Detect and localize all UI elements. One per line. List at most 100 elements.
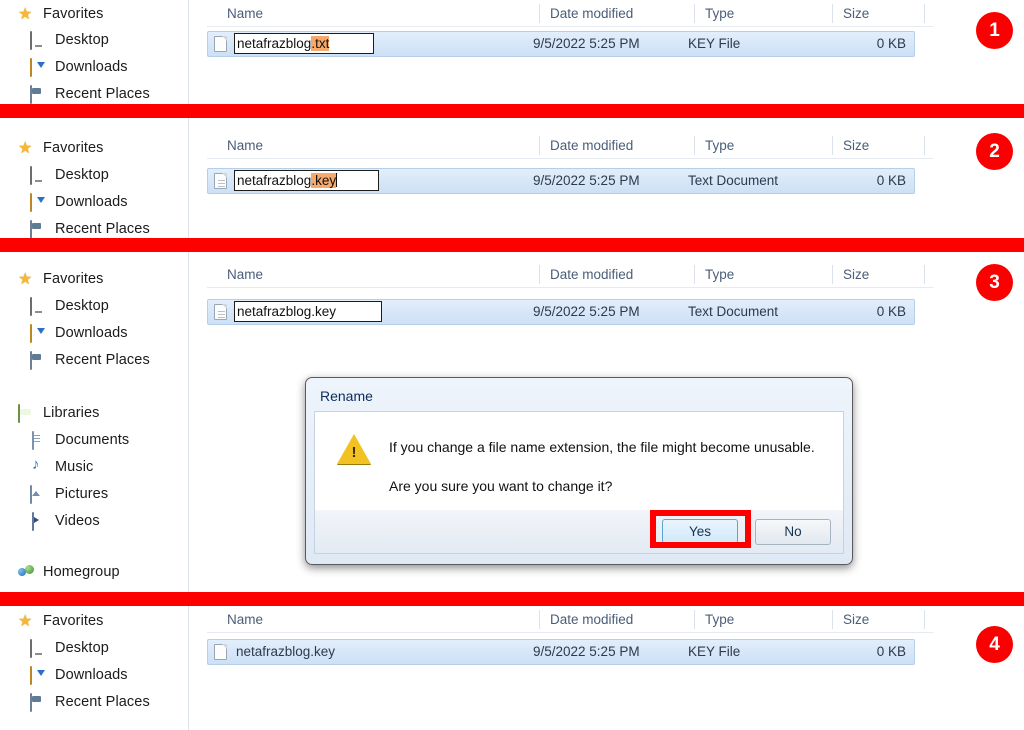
downloads-icon <box>30 58 47 77</box>
sidebar-item-label: Pictures <box>55 486 109 502</box>
column-divider[interactable] <box>924 136 925 155</box>
explorer-panel-3: ★ Favorites Desktop Downloads Recent Pla… <box>0 252 1024 592</box>
sidebar-item-desktop[interactable]: Desktop <box>30 636 109 660</box>
step-badge-3: 3 <box>976 264 1013 301</box>
sidebar-item-recent-places[interactable]: Recent Places <box>30 217 150 238</box>
file-icon <box>214 304 227 320</box>
rename-input[interactable]: netafrazblog.key <box>234 170 379 191</box>
star-icon: ★ <box>18 271 33 288</box>
text-caret <box>336 173 338 187</box>
column-header-size[interactable]: Size <box>843 132 869 159</box>
cell-date-modified: 9/5/2022 5:25 PM <box>533 173 640 188</box>
column-divider[interactable] <box>832 265 833 284</box>
sidebar-item-documents[interactable]: Documents <box>30 428 129 452</box>
sidebar-item-label: Homegroup <box>43 564 120 580</box>
column-header-date-modified[interactable]: Date modified <box>550 606 633 633</box>
recent-places-icon <box>30 351 47 370</box>
column-header-type[interactable]: Type <box>705 132 734 159</box>
column-divider[interactable] <box>924 265 925 284</box>
column-header-name[interactable]: Name <box>227 261 263 288</box>
rename-basename: netafrazblog <box>237 36 312 51</box>
recent-places-icon <box>30 85 47 104</box>
sidebar-item-favorites[interactable]: ★ Favorites <box>18 136 104 160</box>
navigation-sidebar-4: ★ Favorites Desktop Downloads Recent Pla… <box>0 606 189 730</box>
column-divider[interactable] <box>539 265 540 284</box>
navigation-sidebar-2: ★ Favorites Desktop Downloads Recent Pla… <box>0 118 189 238</box>
no-button[interactable]: No <box>755 519 831 545</box>
column-divider[interactable] <box>539 136 540 155</box>
sidebar-item-label: Favorites <box>43 271 104 287</box>
yes-button-highlight-annotation <box>650 510 751 548</box>
rename-basename: netafrazblog.key <box>237 304 337 319</box>
column-header-size[interactable]: Size <box>843 0 869 27</box>
rename-input[interactable]: netafrazblog.txt <box>234 33 374 54</box>
header-bottom-border <box>207 158 933 159</box>
column-divider[interactable] <box>694 610 695 629</box>
sidebar-item-label: Favorites <box>43 613 104 629</box>
column-divider[interactable] <box>832 136 833 155</box>
sidebar-item-recent-places[interactable]: Recent Places <box>30 348 150 372</box>
column-header-size[interactable]: Size <box>843 261 869 288</box>
sidebar-item-desktop[interactable]: Desktop <box>30 294 109 318</box>
music-icon <box>30 459 47 475</box>
column-header-name[interactable]: Name <box>227 606 263 633</box>
cell-type: KEY File <box>688 644 741 659</box>
sidebar-item-downloads[interactable]: Downloads <box>30 663 128 687</box>
header-bottom-border <box>207 632 933 633</box>
dialog-footer: Yes No <box>314 510 844 554</box>
desktop-icon <box>30 31 47 50</box>
file-list-1: Name Date modified Type Size 9/5/2022 5:… <box>189 0 1024 104</box>
sidebar-item-videos[interactable]: Videos <box>30 509 100 533</box>
column-divider[interactable] <box>832 4 833 23</box>
rename-dialog: Rename If you change a file name extensi… <box>305 377 853 565</box>
column-headers-3: Name Date modified Type Size <box>207 261 933 288</box>
column-header-date-modified[interactable]: Date modified <box>550 261 633 288</box>
step-badge-1: 1 <box>976 12 1013 49</box>
column-header-date-modified[interactable]: Date modified <box>550 0 633 27</box>
sidebar-item-homegroup[interactable]: Homegroup <box>18 560 120 584</box>
downloads-icon <box>30 324 47 343</box>
rename-extension-selected: .txt <box>311 36 330 51</box>
sidebar-item-downloads[interactable]: Downloads <box>30 55 128 79</box>
sidebar-item-recent-places[interactable]: Recent Places <box>30 690 150 714</box>
libraries-icon <box>18 404 35 423</box>
column-divider[interactable] <box>832 610 833 629</box>
sidebar-item-favorites[interactable]: ★ Favorites <box>18 2 104 26</box>
sidebar-item-music[interactable]: Music <box>30 455 93 479</box>
step-badge-2: 2 <box>976 133 1013 170</box>
star-icon: ★ <box>18 140 33 157</box>
table-row[interactable]: netafrazblog.key 9/5/2022 5:25 PM KEY Fi… <box>207 639 915 665</box>
explorer-panel-1: ★ Favorites Desktop Downloads Recent Pla… <box>0 0 1024 104</box>
sidebar-item-desktop[interactable]: Desktop <box>30 163 109 187</box>
column-divider[interactable] <box>694 136 695 155</box>
column-divider[interactable] <box>924 4 925 23</box>
sidebar-item-recent-places[interactable]: Recent Places <box>30 82 150 104</box>
sidebar-item-pictures[interactable]: Pictures <box>30 482 108 506</box>
sidebar-item-label: Recent Places <box>55 86 150 102</box>
file-icon <box>214 644 227 660</box>
sidebar-item-downloads[interactable]: Downloads <box>30 190 128 214</box>
column-divider[interactable] <box>539 610 540 629</box>
column-header-name[interactable]: Name <box>227 132 263 159</box>
screenshot-root: ★ Favorites Desktop Downloads Recent Pla… <box>0 0 1024 730</box>
column-divider[interactable] <box>694 4 695 23</box>
column-header-type[interactable]: Type <box>705 0 734 27</box>
column-header-size[interactable]: Size <box>843 606 869 633</box>
sidebar-item-label: Recent Places <box>55 694 150 710</box>
column-divider[interactable] <box>924 610 925 629</box>
cell-size: 0 KB <box>876 304 906 319</box>
column-header-name[interactable]: Name <box>227 0 263 27</box>
column-divider[interactable] <box>694 265 695 284</box>
column-header-date-modified[interactable]: Date modified <box>550 132 633 159</box>
sidebar-item-downloads[interactable]: Downloads <box>30 321 128 345</box>
rename-input[interactable]: netafrazblog.key <box>234 301 382 322</box>
cell-date-modified: 9/5/2022 5:25 PM <box>533 644 640 659</box>
column-divider[interactable] <box>539 4 540 23</box>
column-header-type[interactable]: Type <box>705 261 734 288</box>
column-header-type[interactable]: Type <box>705 606 734 633</box>
sidebar-item-favorites[interactable]: ★ Favorites <box>18 609 104 633</box>
sidebar-item-label: Favorites <box>43 6 104 22</box>
sidebar-item-desktop[interactable]: Desktop <box>30 28 109 52</box>
sidebar-item-libraries[interactable]: Libraries <box>18 401 100 425</box>
sidebar-item-favorites[interactable]: ★ Favorites <box>18 267 104 291</box>
